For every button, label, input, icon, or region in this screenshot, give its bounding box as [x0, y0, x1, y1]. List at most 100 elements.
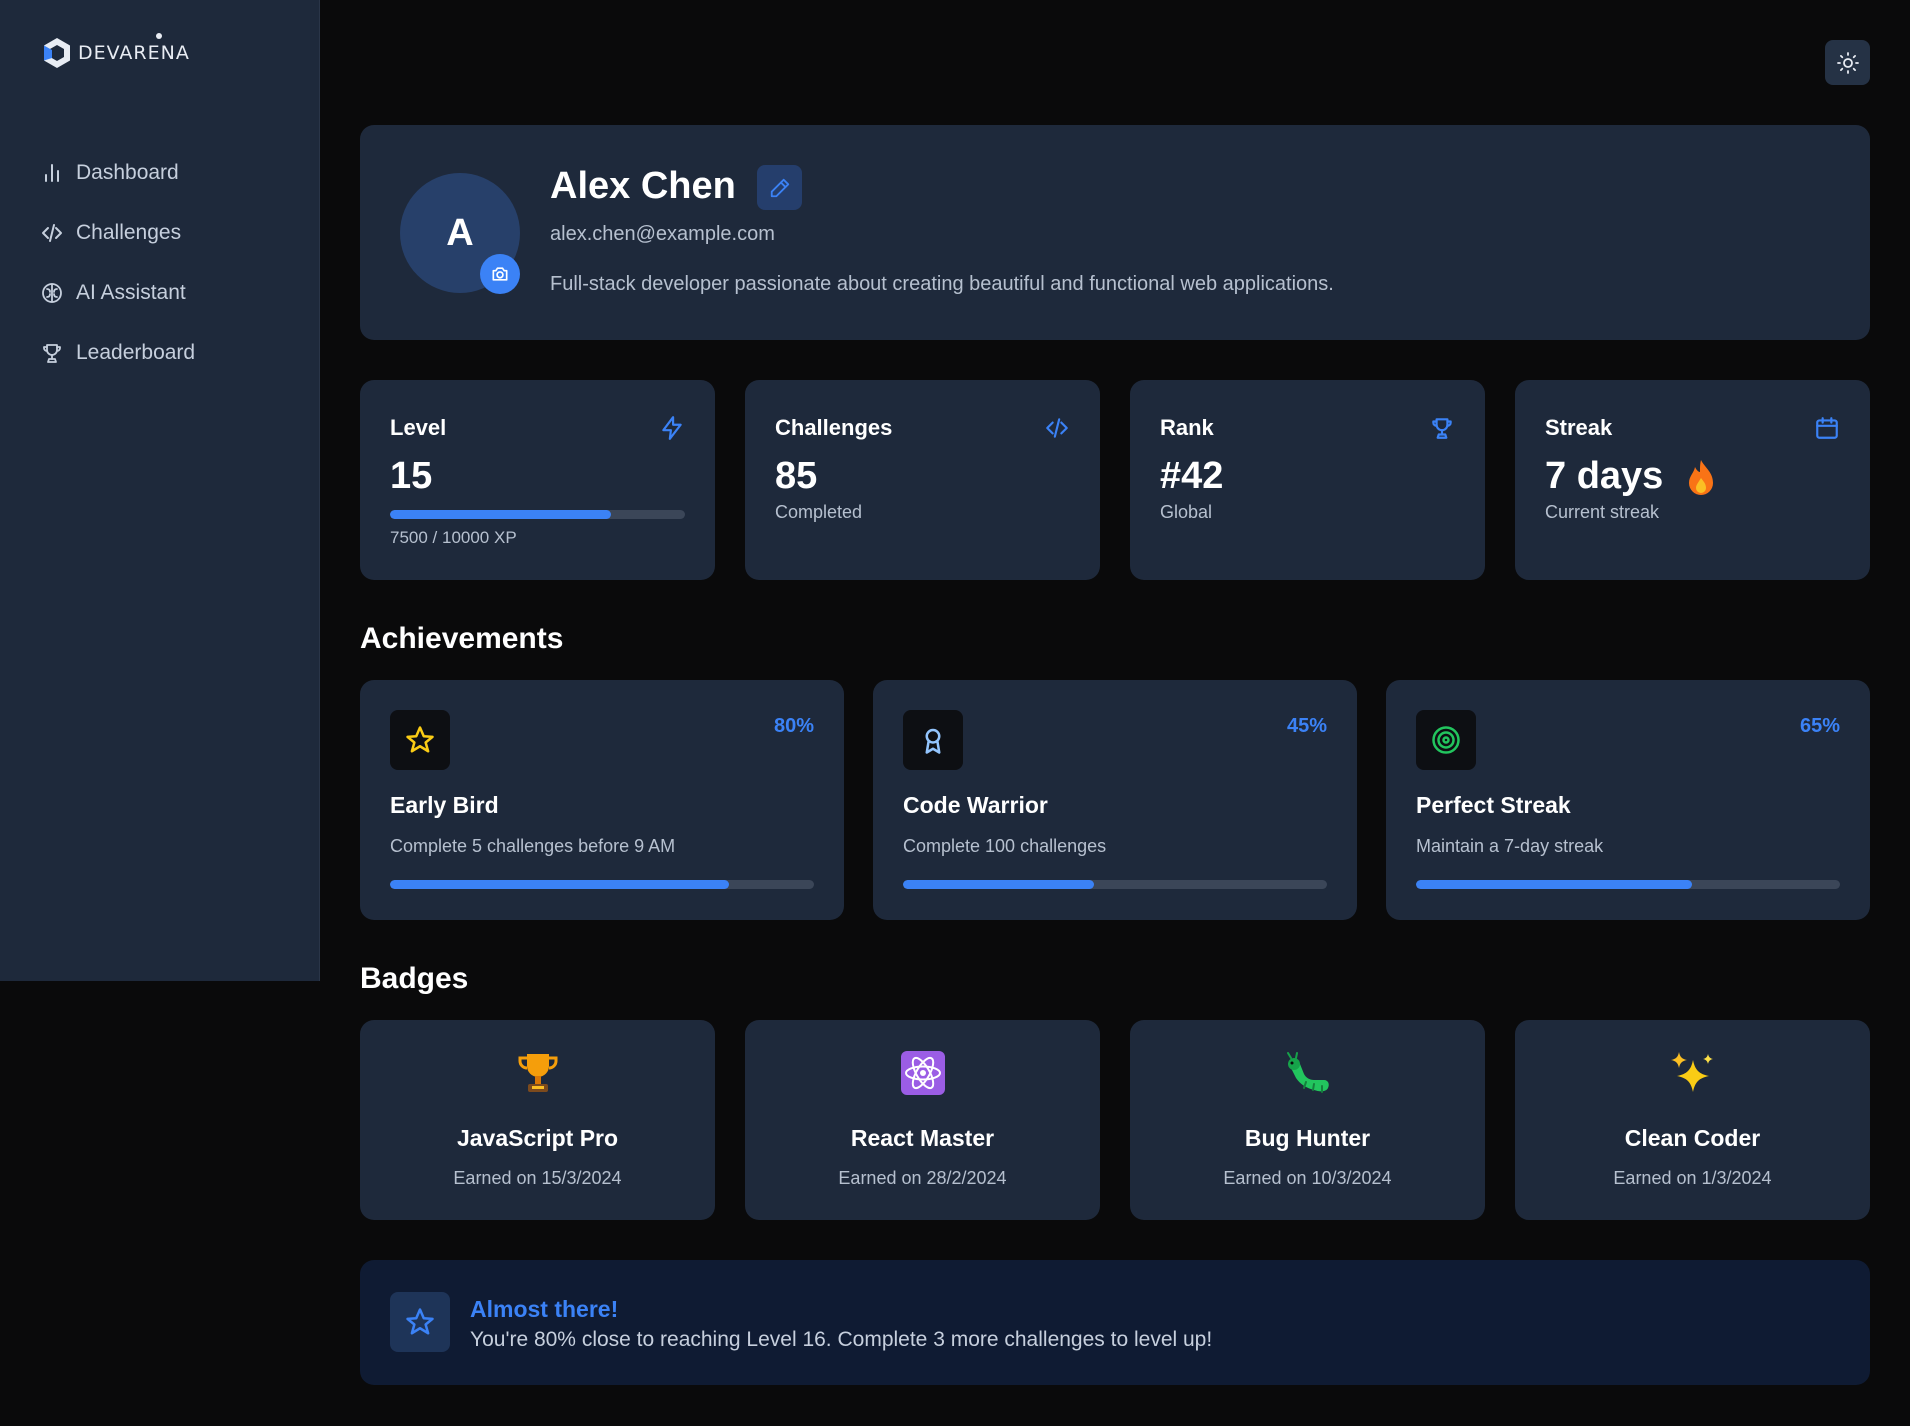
lightning-icon — [662, 416, 682, 440]
bug-emoji-icon — [1286, 1052, 1329, 1093]
bar-chart-icon — [45, 164, 59, 182]
sun-icon — [1836, 51, 1859, 74]
profile-name: Alex Chen — [550, 165, 736, 207]
sparkles-emoji-icon — [1670, 1052, 1713, 1092]
stat-card-challenges: Challenges 85 Completed — [745, 380, 1100, 580]
banner-text: You're 80% close to reaching Level 16. C… — [470, 1328, 1213, 1351]
trophy-icon — [1432, 418, 1452, 439]
stat-subtitle: Current streak — [1545, 502, 1660, 522]
change-avatar-button[interactable] — [480, 254, 520, 294]
brain-icon — [42, 283, 62, 303]
logo-hexagon-icon — [44, 38, 70, 68]
trophy-emoji-icon — [518, 1054, 557, 1092]
stat-value: #42 — [1160, 455, 1224, 497]
profile-card: A Alex Chen alex.chen@example.com Full-s… — [360, 125, 1870, 340]
sidebar-item-label: Dashboard — [76, 161, 179, 184]
badge-name: JavaScript Pro — [456, 1125, 619, 1151]
achievements-title: Achievements — [360, 622, 564, 655]
star-icon — [406, 726, 434, 753]
stat-subtitle: Global — [1160, 502, 1213, 522]
level-up-banner: Almost there! You're 80% close to reachi… — [360, 1260, 1870, 1385]
banner-icon-box — [390, 1292, 450, 1352]
star-icon — [406, 1308, 434, 1335]
achievement-description: Complete 5 challenges before 9 AM — [390, 836, 676, 856]
achievement-card-perfect-streak[interactable]: 65% Perfect Streak Maintain a 7-day stre… — [1386, 680, 1870, 920]
stat-subtitle: Completed — [775, 502, 863, 522]
edit-profile-button[interactable] — [757, 165, 802, 210]
achievement-title: Code Warrior — [903, 792, 1048, 818]
stat-title: Challenges — [775, 415, 893, 440]
sidebar-item-ai-assistant[interactable]: AI Assistant — [40, 263, 195, 323]
badge-earned-date: Earned on 15/3/2024 — [453, 1168, 622, 1188]
achievement-progress-bar — [1416, 880, 1840, 889]
sidebar-item-label: Leaderboard — [76, 341, 196, 364]
stat-card-level: Level 15 7500 / 10000 XP — [360, 380, 715, 580]
badge-earned-date: Earned on 1/3/2024 — [1613, 1168, 1772, 1188]
xp-progress-bar — [390, 510, 685, 519]
stat-title: Streak — [1545, 415, 1613, 440]
achievement-title: Early Bird — [390, 792, 499, 818]
stat-value: 15 — [390, 455, 433, 497]
badge-earned-date: Earned on 28/2/2024 — [838, 1168, 1007, 1188]
sidebar-item-label: Challenges — [76, 221, 182, 244]
badge-icon-wrap — [360, 1050, 715, 1096]
pencil-icon — [770, 178, 789, 197]
sidebar: DEVARENA Dashboard Challenges AI Assista… — [0, 0, 320, 981]
sidebar-item-challenges[interactable]: Challenges — [40, 203, 195, 263]
achievement-percent: 65% — [1799, 715, 1840, 737]
app-logo[interactable]: DEVARENA — [40, 36, 190, 70]
achievement-title: Perfect Streak — [1416, 792, 1571, 818]
stat-value: 85 — [775, 455, 818, 497]
theme-toggle-button[interactable] — [1825, 40, 1870, 85]
badges-title: Badges — [360, 962, 469, 995]
stat-value: 7 days — [1545, 455, 1664, 497]
achievement-percent: 45% — [1286, 715, 1327, 737]
badge-card-react-master[interactable]: React Master Earned on 28/2/2024 — [745, 1020, 1100, 1220]
stat-card-streak: Streak 7 days Current streak — [1515, 380, 1870, 580]
badge-icon-wrap — [1130, 1050, 1485, 1096]
achievement-icon-box — [903, 710, 963, 770]
badge-card-javascript-pro[interactable]: JavaScript Pro Earned on 15/3/2024 — [360, 1020, 715, 1220]
sidebar-item-leaderboard[interactable]: Leaderboard — [40, 323, 195, 383]
logo-dot — [156, 33, 162, 39]
stat-title: Rank — [1160, 415, 1214, 440]
stat-title: Level — [390, 415, 447, 440]
banner-title: Almost there! — [470, 1296, 619, 1322]
logo-text: DEVARENA — [78, 42, 190, 64]
badge-icon-wrap — [745, 1050, 1100, 1096]
achievement-progress-fill — [1416, 880, 1692, 889]
achievement-progress-fill — [903, 880, 1094, 889]
target-icon — [1432, 726, 1460, 754]
profile-bio: Full-stack developer passionate about cr… — [550, 273, 1334, 295]
achievement-progress-bar — [390, 880, 814, 889]
trophy-icon — [43, 344, 61, 363]
badge-earned-date: Earned on 10/3/2024 — [1223, 1168, 1392, 1188]
achievement-percent: 80% — [773, 715, 814, 737]
calendar-icon — [1816, 417, 1838, 439]
xp-progress-fill — [390, 510, 612, 519]
code-icon — [1046, 418, 1068, 438]
camera-icon — [492, 267, 508, 281]
sidebar-item-label: AI Assistant — [76, 281, 186, 304]
achievement-progress-fill — [390, 880, 730, 889]
achievement-card-code-warrior[interactable]: 45% Code Warrior Complete 100 challenges — [873, 680, 1357, 920]
achievement-description: Complete 100 challenges — [903, 836, 1107, 856]
badge-name: Clean Coder — [1624, 1125, 1761, 1151]
profile-email: alex.chen@example.com — [550, 223, 775, 245]
code-icon — [42, 224, 62, 242]
badge-name: React Master — [850, 1125, 995, 1151]
achievement-icon-box — [1416, 710, 1476, 770]
fire-icon — [1689, 460, 1713, 495]
achievement-icon-box — [390, 710, 450, 770]
award-icon — [925, 728, 941, 754]
badge-card-clean-coder[interactable]: Clean Coder Earned on 1/3/2024 — [1515, 1020, 1870, 1220]
badge-card-bug-hunter[interactable]: Bug Hunter Earned on 10/3/2024 — [1130, 1020, 1485, 1220]
xp-text: 7500 / 10000 XP — [390, 528, 517, 547]
achievement-description: Maintain a 7-day streak — [1416, 836, 1604, 856]
sidebar-nav: Dashboard Challenges AI Assistant Leader… — [40, 143, 195, 383]
avatar-initial: A — [446, 211, 474, 254]
achievement-card-early-bird[interactable]: 80% Early Bird Complete 5 challenges bef… — [360, 680, 844, 920]
sidebar-item-dashboard[interactable]: Dashboard — [40, 143, 195, 203]
achievement-progress-bar — [903, 880, 1327, 889]
atom-emoji-icon — [900, 1051, 945, 1095]
